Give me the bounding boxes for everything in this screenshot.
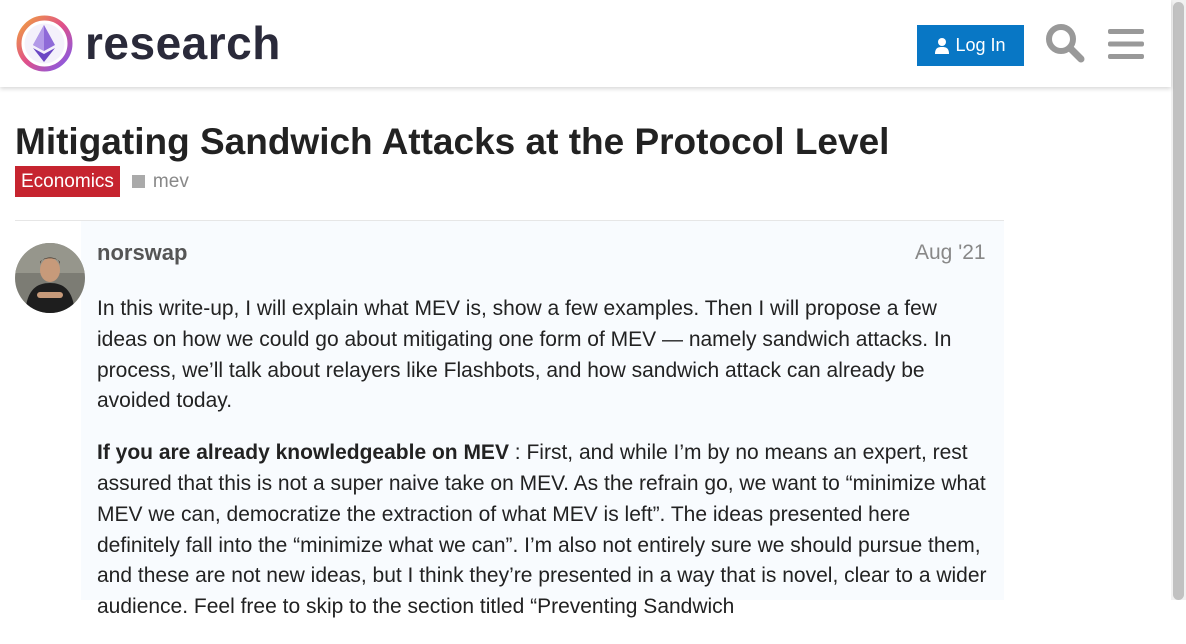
author-avatar[interactable] — [15, 243, 85, 313]
post-date[interactable]: Aug '21 — [915, 241, 986, 265]
tag-mev[interactable]: mev — [131, 170, 189, 193]
search-icon[interactable] — [1045, 23, 1085, 63]
user-icon — [935, 37, 950, 54]
tag-square-icon — [131, 175, 145, 188]
category-badge-economics[interactable]: Economics — [15, 166, 120, 197]
scrollbar-thumb[interactable] — [1173, 2, 1184, 600]
paragraph-bold-lead: If you are already knowledgeable on MEV — [97, 441, 509, 465]
post-author[interactable]: norswap — [97, 240, 187, 266]
site-logo[interactable]: research — [16, 15, 281, 72]
post-paragraph: In this write-up, I will explain what ME… — [97, 297, 952, 413]
topic-tags: Economics mev — [15, 166, 189, 197]
paragraph-text: : First, and while I’m by no means an ex… — [97, 441, 987, 619]
post-body: In this write-up, I will explain what ME… — [97, 294, 992, 644]
login-label: Log In — [955, 35, 1006, 55]
site-header: research Log In — [0, 0, 1171, 87]
hamburger-menu-icon[interactable] — [1108, 27, 1144, 61]
ethereum-research-logo-icon — [16, 15, 73, 72]
login-button[interactable]: Log In — [917, 25, 1024, 66]
site-name: research — [85, 17, 281, 69]
tag-label: mev — [152, 170, 189, 192]
post-paragraph: If you are already knowledgeable on MEV … — [97, 438, 992, 623]
topic-title[interactable]: Mitigating Sandwich Attacks at the Proto… — [15, 120, 889, 164]
